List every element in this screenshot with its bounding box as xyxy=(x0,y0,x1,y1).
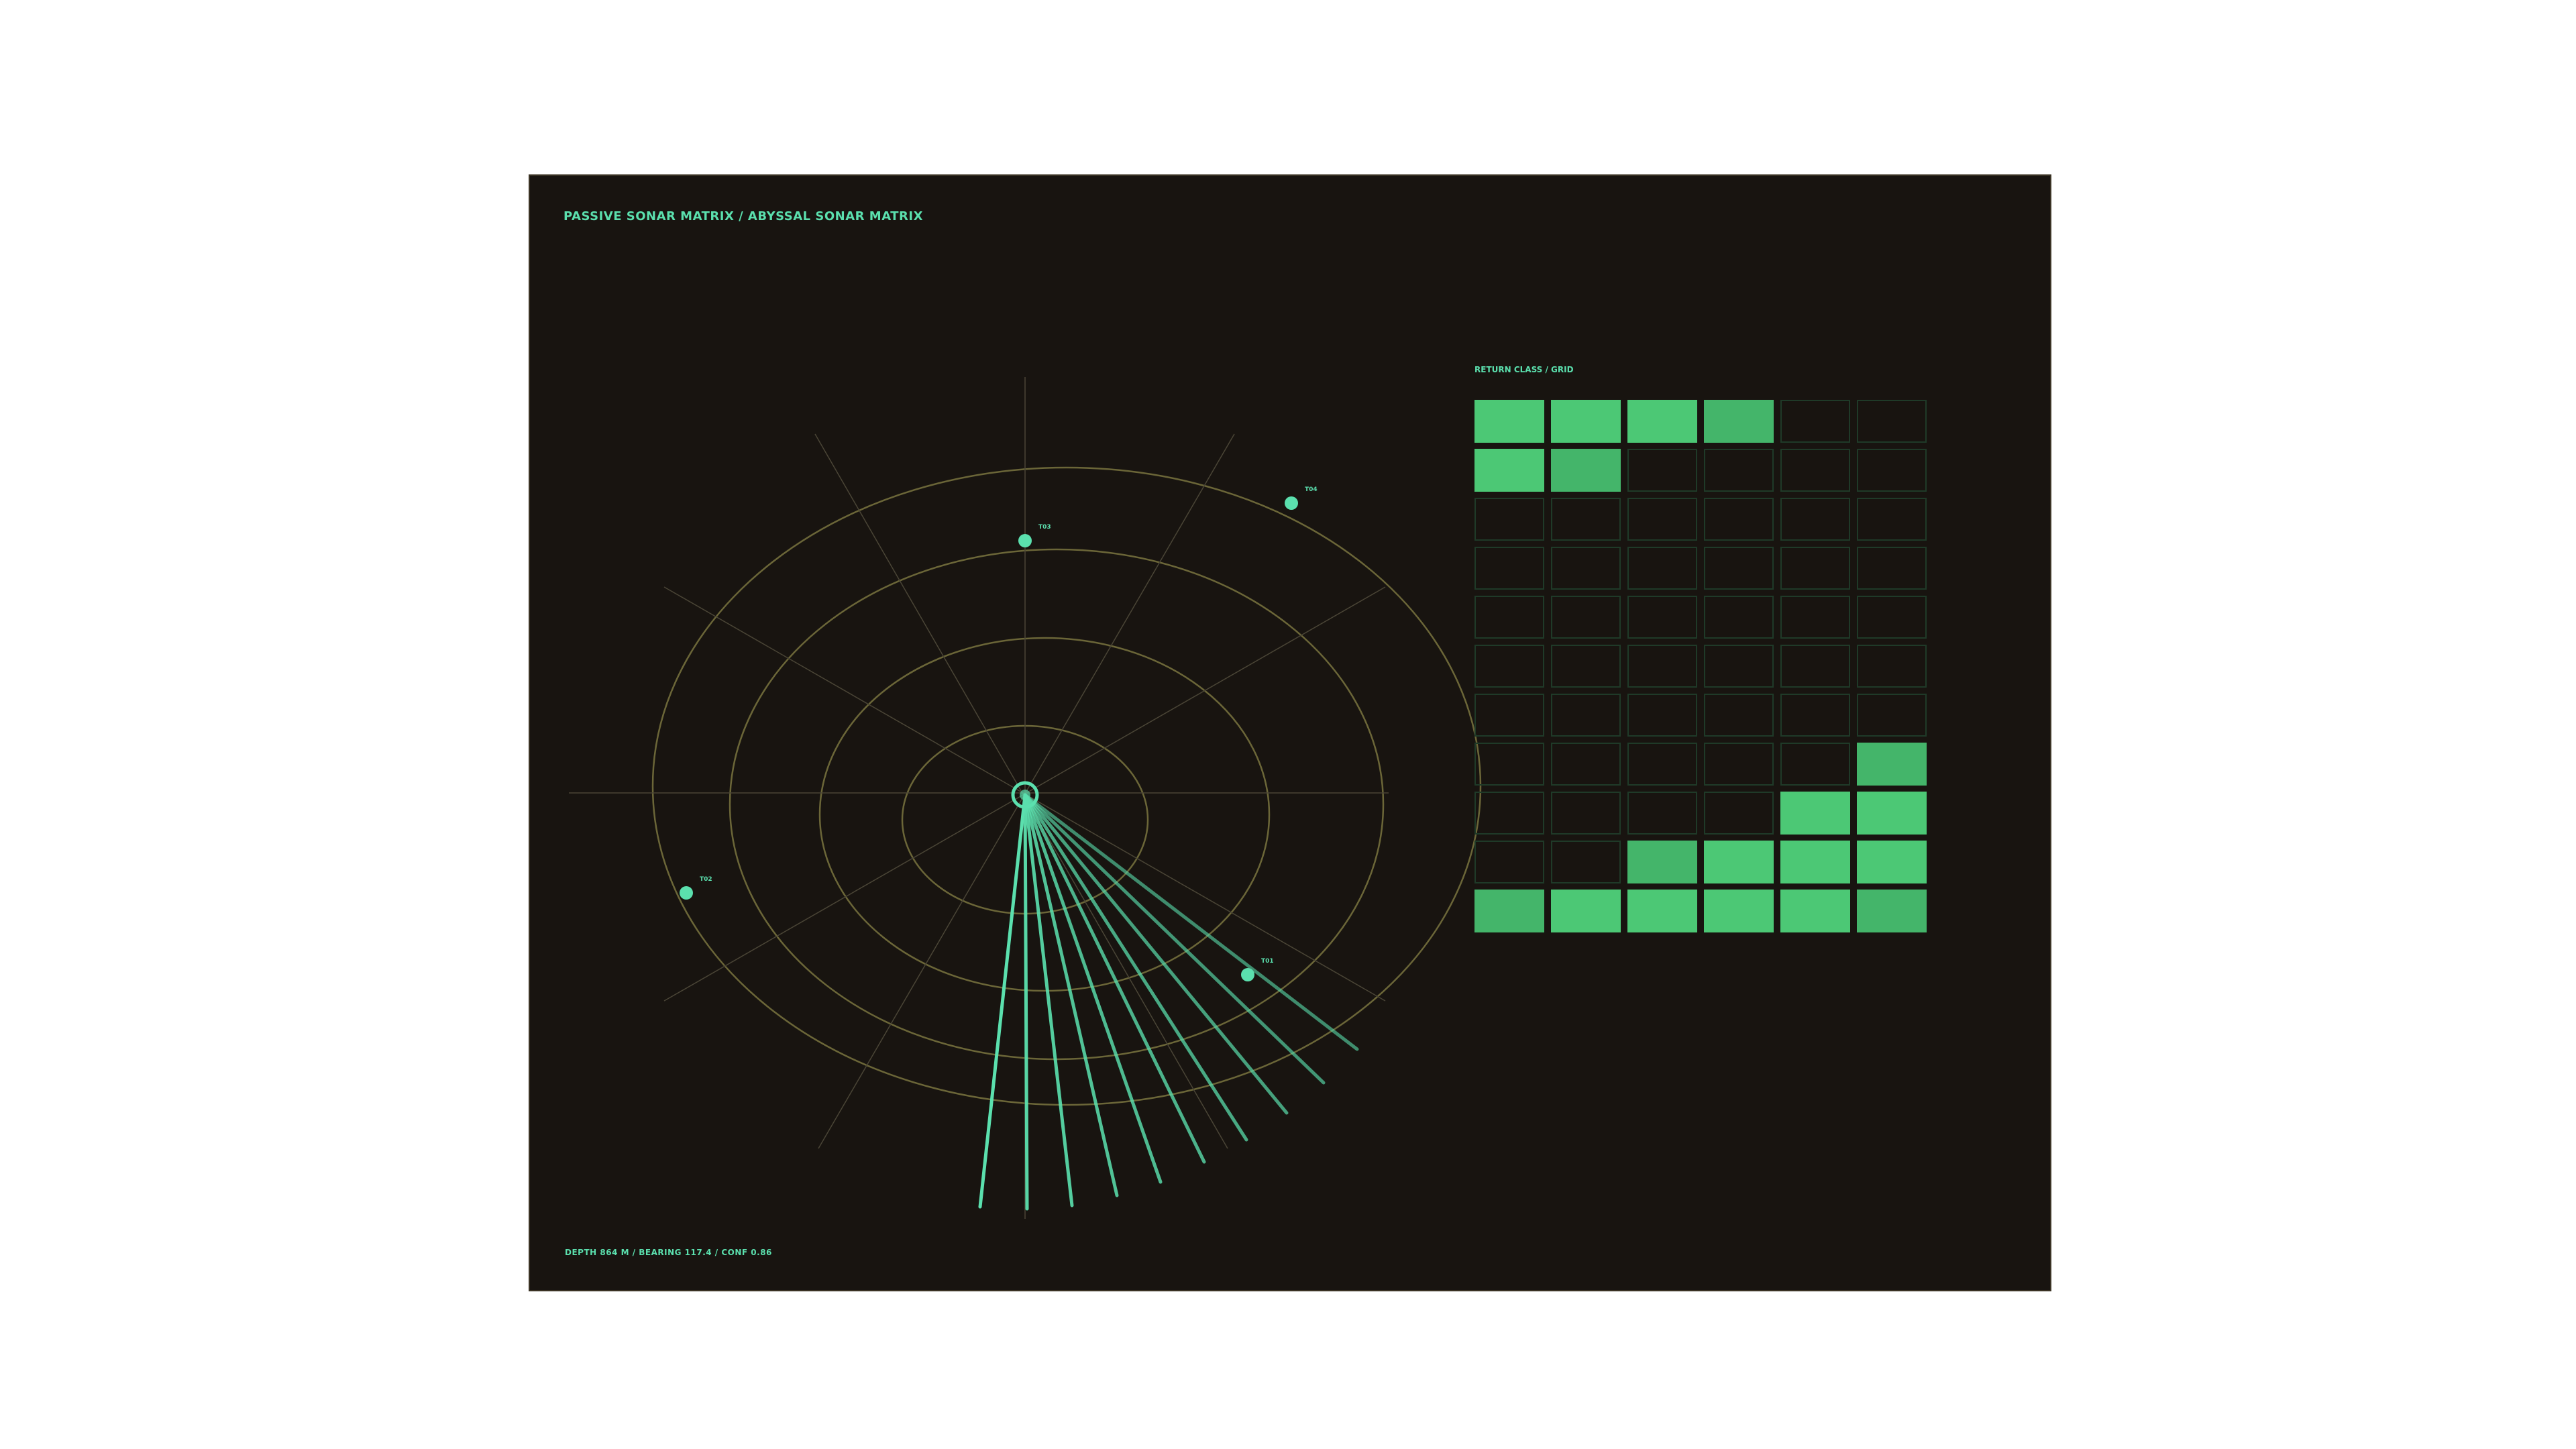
grid-cell[interactable] xyxy=(1551,743,1621,786)
grid-cell[interactable] xyxy=(1780,449,1850,492)
grid-cell[interactable] xyxy=(1474,449,1544,492)
range-ring xyxy=(729,548,1385,1061)
grid-cell[interactable] xyxy=(1474,890,1544,932)
range-ring xyxy=(651,466,1482,1106)
grid-cell[interactable] xyxy=(1474,645,1544,688)
grid-cell[interactable] xyxy=(1704,449,1774,492)
grid-cell[interactable] xyxy=(1780,841,1850,883)
target-label: T02 xyxy=(700,876,712,883)
grid-cell[interactable] xyxy=(1627,841,1697,883)
grid-cell[interactable] xyxy=(1474,547,1544,590)
grid-cell[interactable] xyxy=(1551,400,1621,443)
grid-cell[interactable] xyxy=(1857,890,1927,932)
sonar-panel: PASSIVE SONAR MATRIX / ABYSSAL SONAR MAT… xyxy=(529,174,2051,1291)
range-rings xyxy=(651,466,1482,1106)
grid-cell[interactable] xyxy=(1551,596,1621,639)
grid-cell[interactable] xyxy=(1704,792,1774,835)
grid-cell[interactable] xyxy=(1704,694,1774,737)
sonar-beam xyxy=(1023,793,1326,1085)
grid-label: RETURN CLASS / GRID xyxy=(1474,365,1574,374)
grid-cell[interactable] xyxy=(1857,449,1927,492)
grid-cell[interactable] xyxy=(1474,694,1544,737)
grid-cell[interactable] xyxy=(1857,498,1927,541)
grid-cell[interactable] xyxy=(1704,890,1774,932)
grid-cell[interactable] xyxy=(1704,645,1774,688)
grid-cell[interactable] xyxy=(1780,645,1850,688)
target-label: T04 xyxy=(1305,486,1318,493)
bearing-spokes xyxy=(569,377,1389,1219)
grid-cell[interactable] xyxy=(1627,694,1697,737)
grid-cell[interactable] xyxy=(1704,743,1774,786)
grid-cell[interactable] xyxy=(1627,890,1697,932)
grid-cell[interactable] xyxy=(1627,645,1697,688)
target-dot[interactable] xyxy=(1241,968,1254,981)
grid-cell[interactable] xyxy=(1474,792,1544,835)
grid-cell[interactable] xyxy=(1474,400,1544,443)
grid-cell[interactable] xyxy=(1780,498,1850,541)
return-class-grid xyxy=(1474,400,1927,932)
target-t02[interactable]: T02 xyxy=(680,876,712,900)
target-label: T01 xyxy=(1261,958,1274,965)
grid-cell[interactable] xyxy=(1627,743,1697,786)
grid-cell[interactable] xyxy=(1627,596,1697,639)
grid-cell[interactable] xyxy=(1857,841,1927,883)
grid-cell[interactable] xyxy=(1857,547,1927,590)
grid-cell[interactable] xyxy=(1780,596,1850,639)
beam-fan xyxy=(978,793,1359,1211)
grid-cell[interactable] xyxy=(1704,400,1774,443)
grid-cell[interactable] xyxy=(1474,841,1544,883)
grid-cell[interactable] xyxy=(1857,645,1927,688)
target-t01[interactable]: T01 xyxy=(1241,958,1274,981)
target-dot[interactable] xyxy=(1285,496,1298,510)
target-t04[interactable]: T04 xyxy=(1285,486,1318,510)
grid-cell[interactable] xyxy=(1704,547,1774,590)
grid-cell[interactable] xyxy=(1857,596,1927,639)
grid-cell[interactable] xyxy=(1627,400,1697,443)
grid-cell[interactable] xyxy=(1780,694,1850,737)
grid-cell[interactable] xyxy=(1551,694,1621,737)
grid-cell[interactable] xyxy=(1474,498,1544,541)
sonar-beam xyxy=(978,793,1027,1209)
grid-cell[interactable] xyxy=(1627,547,1697,590)
grid-cell[interactable] xyxy=(1857,792,1927,835)
target-dot[interactable] xyxy=(680,886,693,900)
grid-cell[interactable] xyxy=(1551,792,1621,835)
grid-cell[interactable] xyxy=(1551,645,1621,688)
grid-cell[interactable] xyxy=(1474,743,1544,786)
grid-cell[interactable] xyxy=(1704,596,1774,639)
target-t03[interactable]: T03 xyxy=(1018,524,1051,547)
target-label: T03 xyxy=(1038,524,1051,531)
target-dot[interactable] xyxy=(1018,534,1032,547)
grid-cell[interactable] xyxy=(1627,498,1697,541)
grid-cell[interactable] xyxy=(1780,792,1850,835)
grid-cell[interactable] xyxy=(1780,547,1850,590)
origin-dot xyxy=(1020,790,1030,800)
grid-cell[interactable] xyxy=(1704,841,1774,883)
grid-cell[interactable] xyxy=(1551,498,1621,541)
grid-cell[interactable] xyxy=(1551,890,1621,932)
grid-cell[interactable] xyxy=(1627,449,1697,492)
status-readout: DEPTH 864 M / BEARING 117.4 / CONF 0.86 xyxy=(565,1248,772,1257)
grid-cell[interactable] xyxy=(1704,498,1774,541)
grid-cell[interactable] xyxy=(1551,449,1621,492)
grid-cell[interactable] xyxy=(1857,743,1927,786)
grid-cell[interactable] xyxy=(1551,547,1621,590)
grid-cell[interactable] xyxy=(1857,694,1927,737)
sonar-beam xyxy=(1023,793,1029,1211)
grid-cell[interactable] xyxy=(1551,841,1621,883)
grid-cell[interactable] xyxy=(1857,400,1927,443)
grid-cell[interactable] xyxy=(1627,792,1697,835)
grid-cell[interactable] xyxy=(1780,743,1850,786)
grid-cell[interactable] xyxy=(1780,400,1850,443)
grid-cell[interactable] xyxy=(1474,596,1544,639)
grid-cell[interactable] xyxy=(1780,890,1850,932)
